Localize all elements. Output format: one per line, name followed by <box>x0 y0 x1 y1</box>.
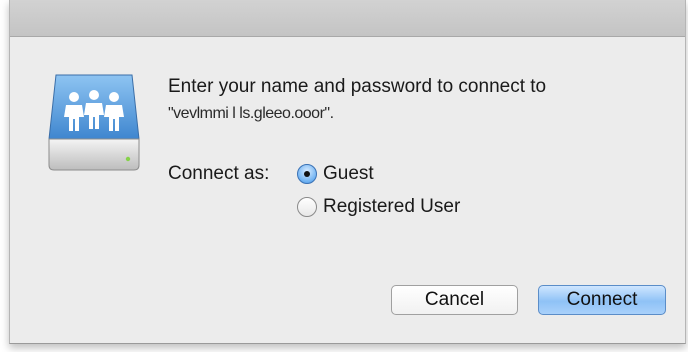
registered-user-radio[interactable] <box>297 197 317 217</box>
connect-dialog: Enter your name and password to connect … <box>9 0 686 344</box>
cancel-button[interactable]: Cancel <box>391 285 518 315</box>
connect-button[interactable]: Connect <box>538 285 666 315</box>
registered-user-option[interactable]: Registered User <box>297 195 460 219</box>
guest-option[interactable]: Guest <box>297 162 374 186</box>
registered-user-label: Registered User <box>323 196 461 217</box>
shared-server-icon <box>46 73 142 173</box>
title-bar <box>10 0 685 37</box>
guest-label: Guest <box>323 163 374 184</box>
connect-as-label: Connect as: <box>168 163 270 184</box>
server-name: "vevlmmi l ls.gleeo.ooor". <box>168 105 334 122</box>
dialog-message: Enter your name and password to connect … <box>168 76 547 97</box>
guest-radio[interactable] <box>297 164 317 184</box>
